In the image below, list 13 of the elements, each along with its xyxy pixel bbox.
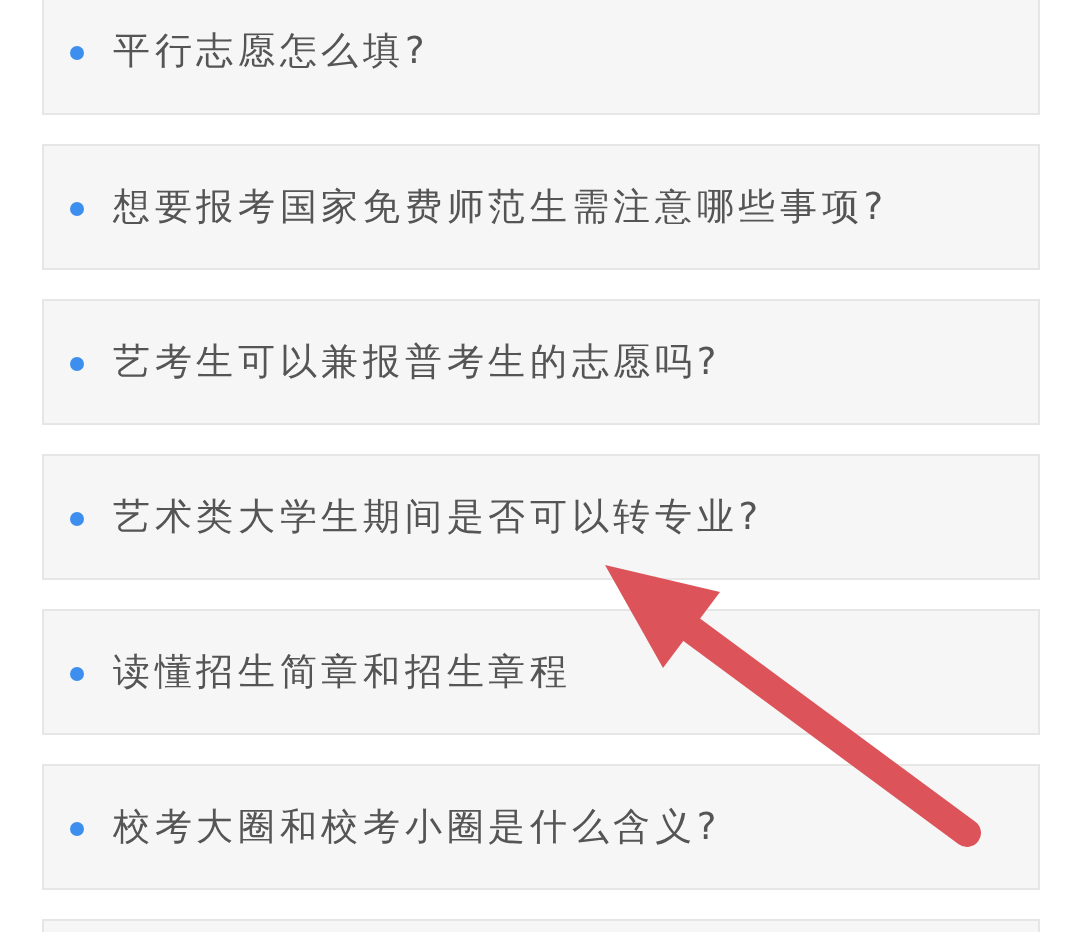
bullet-dot-icon [70,822,84,836]
bullet-dot-icon [70,202,84,216]
question-link[interactable]: 读懂招生简章和招生章程 [42,609,1040,735]
bullet-dot-icon [70,512,84,526]
question-link[interactable]: 校考大圈和校考小圈是什么含义? [42,764,1040,890]
bullet-dot-icon [70,46,84,60]
question-link[interactable]: 想要报考国家免费师范生需注意哪些事项? [42,144,1040,270]
question-link[interactable]: 艺术类大学生期间是否可以转专业? [42,454,1040,580]
bullet-dot-icon [70,357,84,371]
bullet-dot-icon [70,667,84,681]
question-link[interactable]: 平行志愿怎么填? [42,0,1040,115]
question-link[interactable]: 艺考生可以兼报普考生的志愿吗? [42,299,1040,425]
list-item-card[interactable] [42,919,1040,932]
